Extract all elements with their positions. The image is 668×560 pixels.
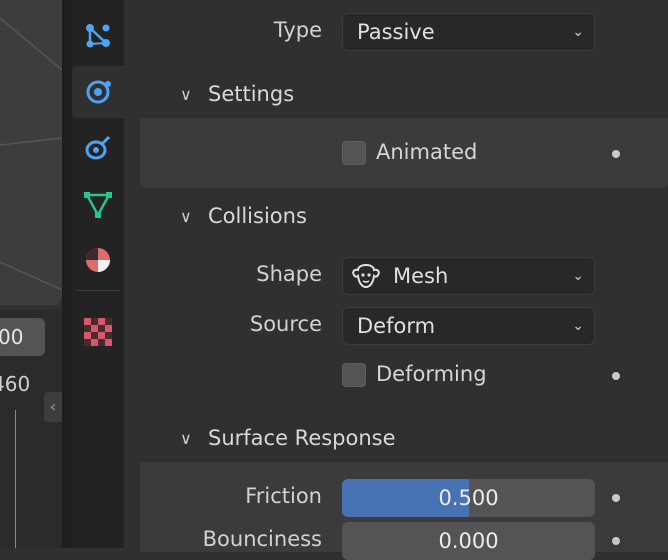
mesh-monkey-icon xyxy=(352,263,380,289)
shape-label: Shape xyxy=(256,262,322,286)
viewport-3d[interactable] xyxy=(0,0,62,305)
shape-value: Mesh xyxy=(393,264,449,288)
collisions-header-label: Collisions xyxy=(208,204,307,228)
mesh-data-icon xyxy=(84,192,112,218)
bounciness-slider[interactable]: 0.000 xyxy=(342,522,595,560)
animated-keyframe-dot[interactable] xyxy=(612,150,620,158)
settings-header-label: Settings xyxy=(208,82,295,106)
deforming-label: Deforming xyxy=(376,362,487,386)
area-separator xyxy=(62,0,72,548)
deforming-checkbox[interactable] xyxy=(342,363,366,387)
animated-checkbox[interactable] xyxy=(342,141,366,165)
texture-icon xyxy=(84,318,112,346)
settings-section-header[interactable]: ∨ Settings xyxy=(140,70,294,118)
object-constraint-icon xyxy=(85,135,111,160)
collapse-arrow-icon[interactable]: ‹ xyxy=(44,392,62,422)
physics-icon xyxy=(86,80,111,104)
friction-slider[interactable]: 0.500 xyxy=(342,479,595,517)
friction-value: 0.500 xyxy=(438,486,499,510)
shape-dropdown[interactable]: Mesh ⌄ xyxy=(342,257,595,295)
friction-label: Friction xyxy=(245,484,322,508)
chevron-down-icon: ∨ xyxy=(180,206,192,226)
timeline-playhead xyxy=(15,410,16,548)
current-frame-field[interactable]: 00 xyxy=(0,318,45,356)
data-tab[interactable] xyxy=(72,178,124,230)
chevron-down-icon: ⌄ xyxy=(572,24,584,40)
type-dropdown[interactable]: Passive ⌄ xyxy=(342,13,595,51)
type-value: Passive xyxy=(357,20,435,44)
physics-tab[interactable] xyxy=(72,66,124,118)
type-label: Type xyxy=(273,18,322,42)
material-tab[interactable] xyxy=(72,234,124,286)
texture-tab[interactable] xyxy=(72,306,124,358)
friction-keyframe-dot[interactable] xyxy=(612,494,620,502)
particles-tab[interactable] xyxy=(72,10,124,62)
properties-panel: Type Passive ⌄ ∨ Settings Animated ∨ Col… xyxy=(124,0,668,560)
material-icon xyxy=(86,248,110,272)
chevron-down-icon: ∨ xyxy=(180,84,192,104)
tab-divider xyxy=(76,290,120,291)
collisions-section-header[interactable]: ∨ Collisions xyxy=(140,192,307,240)
properties-tab-strip xyxy=(72,0,124,548)
chevron-down-icon: ⌄ xyxy=(572,268,584,284)
frame-end-label: 460 xyxy=(0,372,31,396)
animated-label: Animated xyxy=(376,140,478,164)
viewport-grid-lines xyxy=(0,17,62,291)
deforming-keyframe-dot[interactable] xyxy=(612,372,620,380)
bounciness-label: Bounciness xyxy=(202,527,322,551)
bounciness-keyframe-dot[interactable] xyxy=(612,537,620,545)
source-dropdown[interactable]: Deform ⌄ xyxy=(342,307,595,345)
surface-response-header-label: Surface Response xyxy=(208,426,396,450)
particles-icon xyxy=(86,24,110,48)
source-label: Source xyxy=(249,312,322,336)
source-value: Deform xyxy=(357,314,436,338)
chevron-down-icon: ∨ xyxy=(180,428,192,448)
bounciness-value: 0.000 xyxy=(438,529,499,553)
constraints-tab[interactable] xyxy=(72,122,124,174)
chevron-down-icon: ⌄ xyxy=(572,318,584,334)
surface-response-section-header[interactable]: ∨ Surface Response xyxy=(140,414,396,462)
